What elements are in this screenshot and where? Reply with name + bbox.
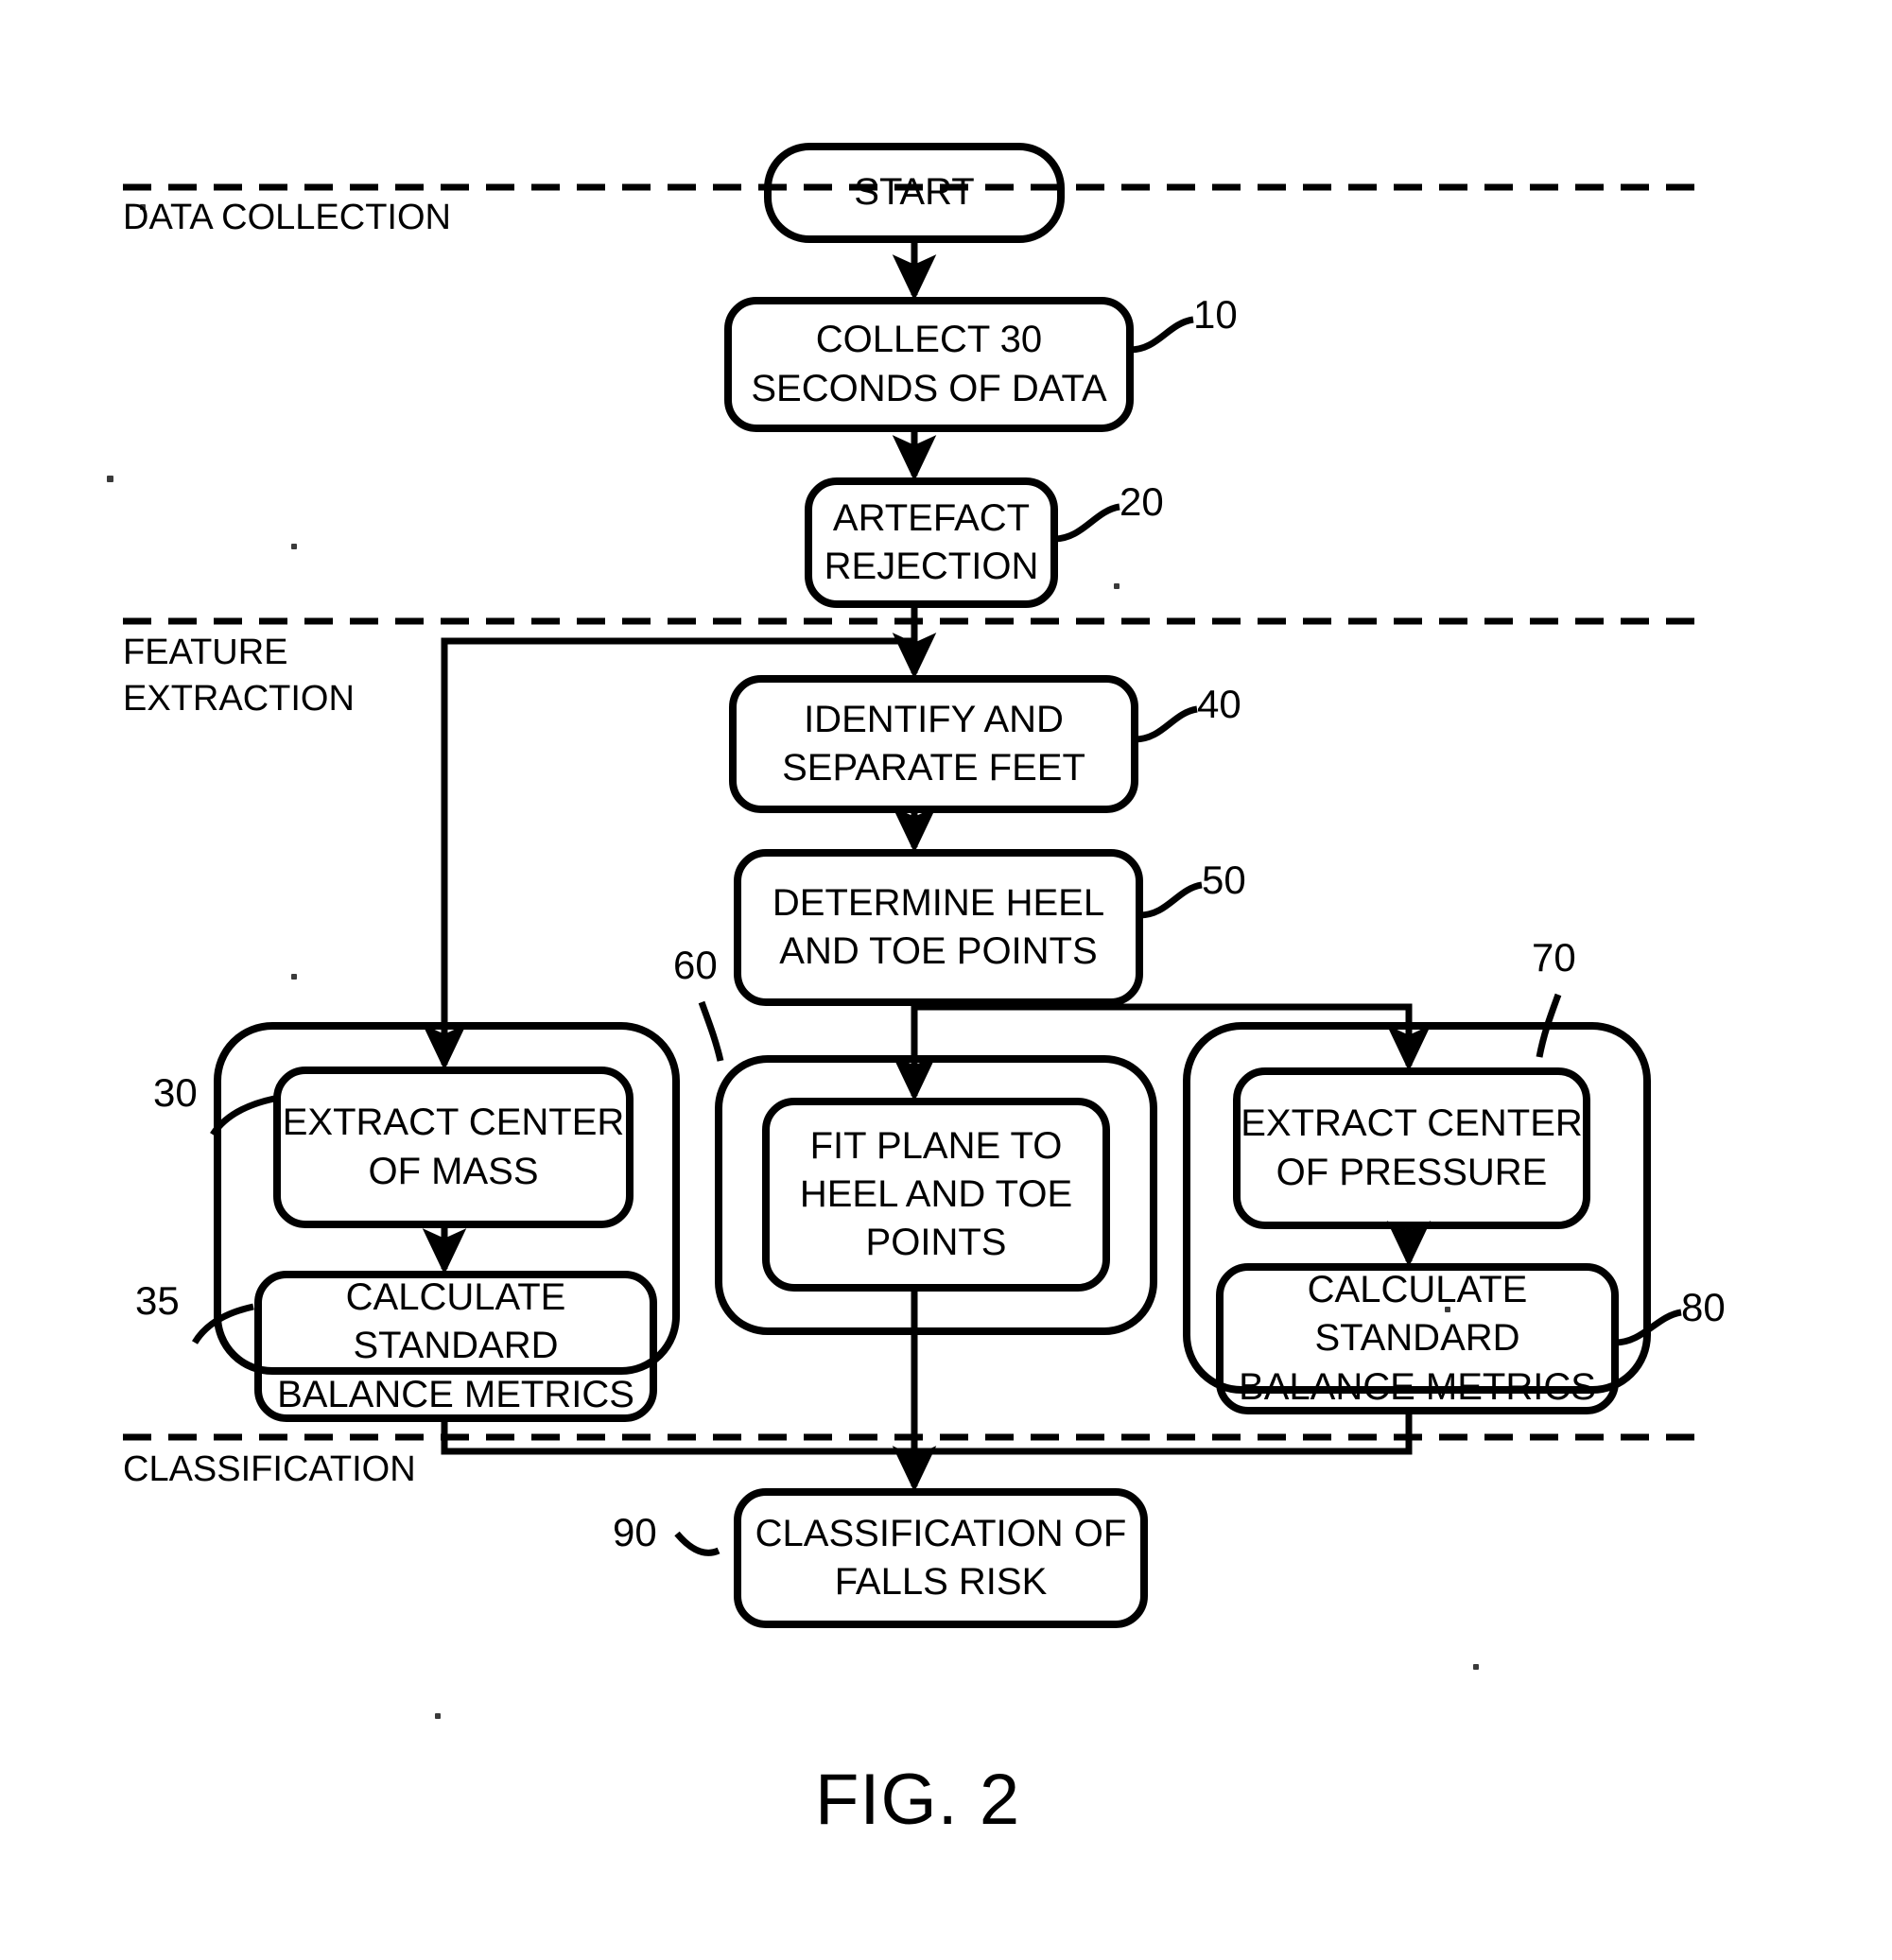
ref-numeral-80: 80 <box>1681 1285 1726 1329</box>
ref-numeral-60: 60 <box>673 943 718 987</box>
box-fit-plane <box>762 1098 1110 1292</box>
leader-10 <box>1129 316 1194 354</box>
ref-numeral-10: 10 <box>1193 292 1238 337</box>
flowchart-canvas <box>123 143 1702 1628</box>
scan-speck <box>107 476 113 482</box>
box-extract-center-of-mass <box>273 1067 634 1228</box>
section-label-feature-extraction: FEATURE EXTRACTION <box>123 633 355 720</box>
merge-cop-to-classification <box>914 1411 1413 1455</box>
ref-numeral-50: 50 <box>1202 858 1246 902</box>
patent-figure-page: DATA COLLECTION FEATURE EXTRACTION CLASS… <box>0 0 1892 1960</box>
scan-speck <box>291 544 297 549</box>
box-determine <box>734 849 1143 1006</box>
box-classification-falls-risk <box>734 1488 1148 1628</box>
scan-speck <box>291 974 297 980</box>
ref-numeral-90: 90 <box>613 1510 657 1554</box>
leader-30 <box>210 1095 275 1137</box>
box-collect <box>724 297 1134 432</box>
scan-speck <box>1445 1307 1450 1312</box>
scan-speck <box>1114 583 1120 589</box>
leader-40 <box>1134 705 1198 743</box>
figure-caption: FIG. 2 <box>815 1760 1021 1840</box>
ref-numeral-40: 40 <box>1197 682 1241 726</box>
box-identify <box>729 675 1138 813</box>
ref-numeral-70: 70 <box>1532 935 1576 980</box>
scan-speck <box>1473 1664 1479 1670</box>
ref-numeral-35: 35 <box>135 1278 180 1323</box>
branch-determine-to-cop <box>914 1003 1413 1061</box>
box-start <box>764 143 1065 243</box>
section-label-data-collection: DATA COLLECTION <box>123 198 451 237</box>
box-artefact <box>805 477 1058 608</box>
leader-50 <box>1138 881 1203 919</box>
scan-speck <box>435 1713 441 1719</box>
box-com-balance-metrics <box>254 1271 657 1422</box>
leader-20 <box>1053 503 1120 543</box>
section-label-classification: CLASSIFICATION <box>123 1449 416 1489</box>
ref-numeral-30: 30 <box>153 1070 198 1115</box>
leader-90 <box>674 1531 720 1556</box>
ref-numeral-20: 20 <box>1120 479 1164 524</box>
box-extract-center-of-pressure <box>1233 1067 1590 1229</box>
leader-60 <box>698 1000 724 1062</box>
